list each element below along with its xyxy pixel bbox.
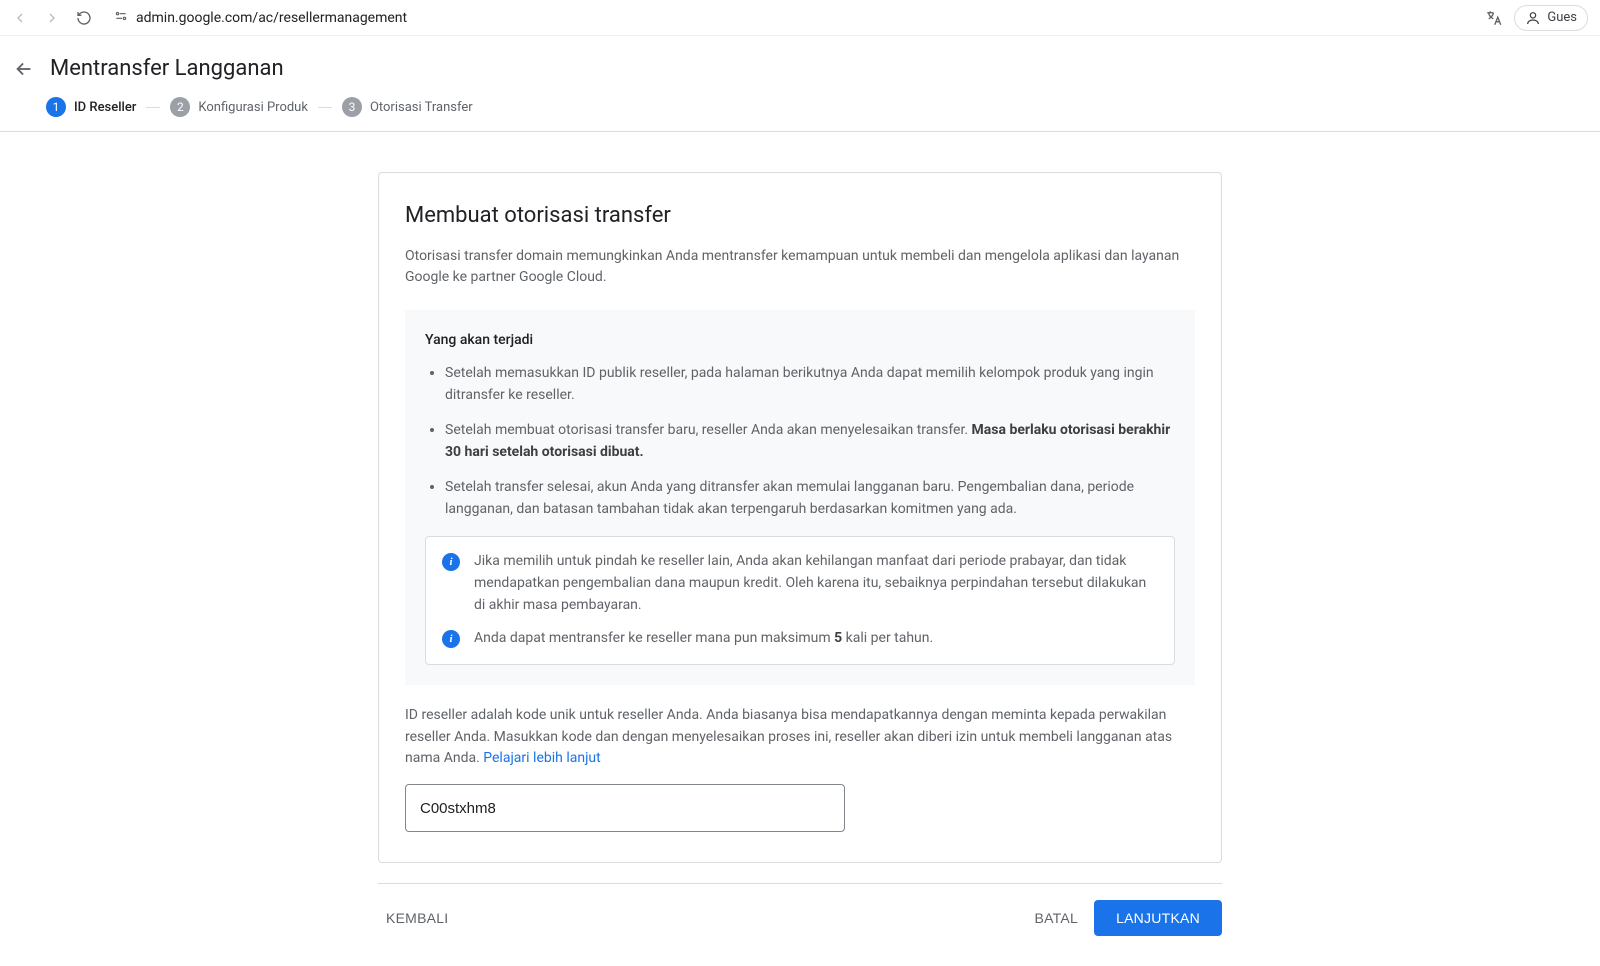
notice-text-bold: 5 [834,630,842,646]
step-separator [146,107,160,108]
step-product-config: 2 Konfigurasi Produk [170,97,308,117]
notice-text: Anda dapat mentransfer ke reseller mana … [474,628,933,650]
step-label: Konfigurasi Produk [198,100,308,115]
site-settings-icon[interactable] [114,9,128,27]
info-list: Setelah memasukkan ID publik reseller, p… [425,362,1175,520]
transfer-card: Membuat otorisasi transfer Otorisasi tra… [378,172,1222,863]
back-arrow-icon[interactable] [12,57,36,81]
content-area: Membuat otorisasi transfer Otorisasi tra… [0,132,1600,883]
browser-forward-icon[interactable] [40,6,64,30]
list-item: Setelah transfer selesai, akun Anda yang… [445,476,1175,521]
notice-box: i Jika memilih untuk pindah ke reseller … [425,536,1175,665]
step-label: Otorisasi Transfer [370,100,473,115]
profile-pill[interactable]: Gues [1514,5,1588,31]
url-bar[interactable]: admin.google.com/ac/resellermanagement [104,4,1476,32]
step-label: ID Reseller [74,100,136,115]
list-item: Setelah membuat otorisasi transfer baru,… [445,419,1175,464]
list-item-text: Setelah membuat otorisasi transfer baru,… [445,422,972,438]
notice-item: i Jika memilih untuk pindah ke reseller … [442,551,1158,616]
info-icon: i [442,553,460,571]
card-description: Otorisasi transfer domain memungkinkan A… [405,246,1195,288]
url-text: admin.google.com/ac/resellermanagement [136,10,407,26]
step-reseller-id[interactable]: 1 ID Reseller [46,97,136,117]
helper-text: ID reseller adalah kode unik untuk resel… [405,705,1195,770]
cancel-button[interactable]: BATAL [1027,902,1087,934]
continue-button[interactable]: LANJUTKAN [1094,900,1222,936]
browser-right-controls: Gues [1484,5,1592,31]
step-separator [318,107,332,108]
notice-text: Jika memilih untuk pindah ke reseller la… [474,551,1158,616]
info-icon: i [442,630,460,648]
learn-more-link[interactable]: Pelajari lebih lanjut [483,750,600,766]
step-number: 1 [46,97,66,117]
list-item: Setelah memasukkan ID publik reseller, p… [445,362,1175,407]
notice-text-pre: Anda dapat mentransfer ke reseller mana … [474,630,834,646]
info-title: Yang akan terjadi [425,332,1175,348]
browser-back-icon[interactable] [8,6,32,30]
footer-bar: KEMBALI BATAL LANJUTKAN [378,883,1222,966]
reseller-id-input[interactable] [405,784,845,832]
notice-text-post: kali per tahun. [842,630,933,646]
stepper: 1 ID Reseller 2 Konfigurasi Produk 3 Oto… [12,93,1588,131]
page-title: Mentransfer Langganan [50,56,284,81]
step-auth-transfer: 3 Otorisasi Transfer [342,97,473,117]
card-title: Membuat otorisasi transfer [405,203,1195,228]
browser-reload-icon[interactable] [72,6,96,30]
back-button[interactable]: KEMBALI [378,902,456,934]
info-block: Yang akan terjadi Setelah memasukkan ID … [405,310,1195,685]
footer-wrap: KEMBALI BATAL LANJUTKAN [0,883,1600,966]
translate-icon[interactable] [1484,8,1504,28]
profile-label: Gues [1547,10,1577,25]
profile-icon [1525,10,1541,26]
notice-item: i Anda dapat mentransfer ke reseller man… [442,628,1158,650]
step-number: 3 [342,97,362,117]
page-header: Mentransfer Langganan 1 ID Reseller 2 Ko… [0,36,1600,132]
step-number: 2 [170,97,190,117]
browser-chrome: admin.google.com/ac/resellermanagement G… [0,0,1600,36]
